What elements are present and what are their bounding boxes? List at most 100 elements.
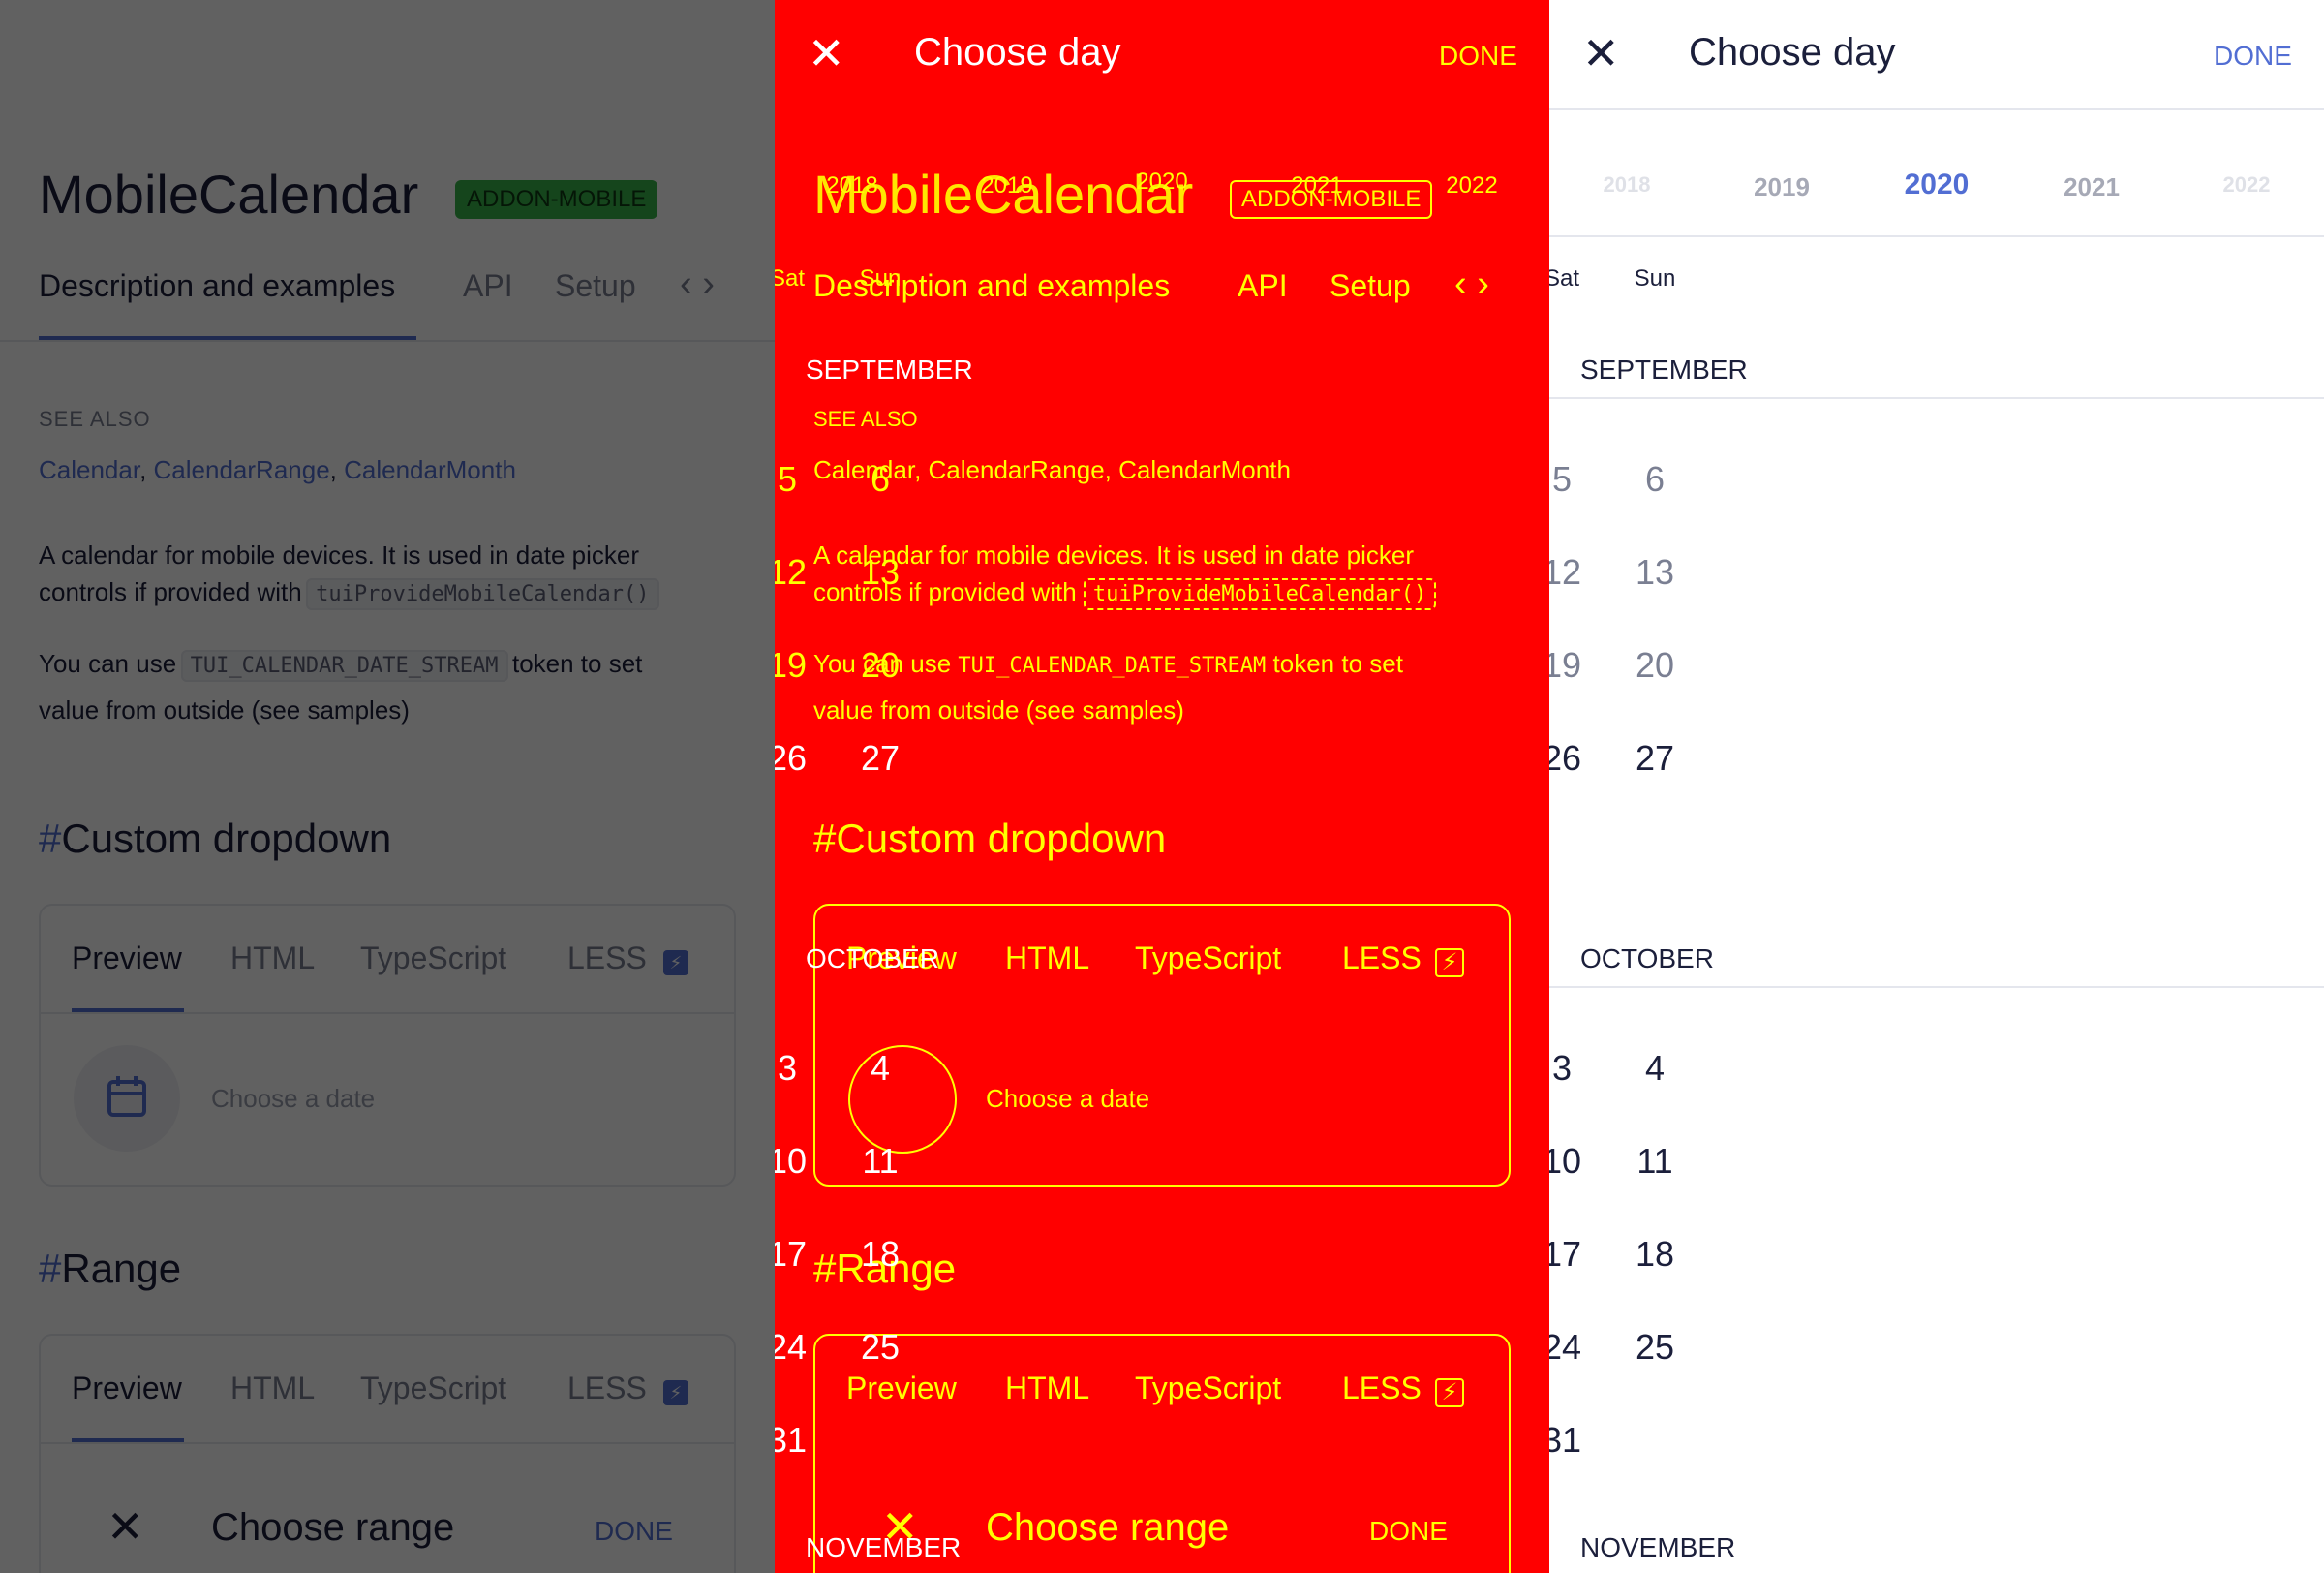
day-october-25[interactable]: 25: [834, 1327, 927, 1368]
day-september-27[interactable]: 27: [834, 738, 927, 779]
card-tab-preview[interactable]: Preview: [72, 1371, 182, 1406]
month-divider: [1549, 986, 2324, 988]
day-september-26[interactable]: 26: [1549, 738, 1608, 779]
overlay-panel: MobileCalendar ADDON-MOBILE Description …: [775, 0, 1549, 1573]
day-october-10[interactable]: 10: [775, 1141, 834, 1182]
stream-prefix: You can use: [39, 649, 177, 678]
code-brackets-icon[interactable]: ‹ ›: [680, 263, 715, 305]
day-september-19[interactable]: 19: [775, 645, 834, 686]
documentation-panel: MobileCalendar ADDON-MOBILE Description …: [0, 0, 775, 1573]
tab-api[interactable]: API: [463, 268, 513, 304]
link-calendar-range[interactable]: CalendarRange: [154, 455, 330, 484]
calendar-icon-button[interactable]: [74, 1045, 180, 1152]
day-october-3[interactable]: 3: [775, 1048, 834, 1089]
overlay-range-title: Choose range: [986, 1506, 1230, 1549]
overlay-range-done: DONE: [1369, 1516, 1448, 1546]
card-tab-less[interactable]: LESS: [567, 941, 647, 976]
tab-description[interactable]: Description and examples: [39, 268, 395, 304]
date-input-placeholder[interactable]: Choose a date: [211, 1084, 375, 1114]
header-divider: [1549, 108, 2324, 110]
addon-badge: ADDON-MOBILE: [455, 180, 658, 219]
year-2018[interactable]: 2018: [1569, 172, 1685, 198]
month-label-september: SEPTEMBER: [1580, 355, 1748, 385]
day-september-12[interactable]: 12: [775, 552, 834, 593]
overlay-done: DONE: [1439, 41, 1517, 71]
card-divider: [41, 1442, 734, 1444]
overlay-close-icon: ✕: [808, 28, 845, 78]
day-october-25[interactable]: 25: [1608, 1327, 1701, 1368]
link-calendar-month[interactable]: CalendarMonth: [344, 455, 516, 484]
intro-line-1: A calendar for mobile devices. It is use…: [39, 540, 639, 570]
year-2021[interactable]: 2021: [2034, 172, 2150, 202]
year-2019[interactable]: 2019: [1724, 172, 1840, 202]
year-2022[interactable]: 2022: [2188, 172, 2305, 198]
overlay-stream-line-2: value from outside (see samples): [813, 695, 1184, 725]
day-september-13[interactable]: 13: [1608, 552, 1701, 593]
day-september-20[interactable]: 20: [834, 645, 927, 686]
overlay-card-tab: LESS: [1342, 941, 1422, 975]
link-calendar[interactable]: Calendar: [39, 455, 139, 484]
day-october-4[interactable]: 4: [1608, 1048, 1701, 1089]
calendar-icon: [107, 1076, 146, 1117]
overlay-calendar-title: Choose day: [914, 31, 1121, 74]
day-september-12[interactable]: 12: [1549, 552, 1608, 593]
stackblitz-icon[interactable]: ⚡: [663, 950, 688, 975]
year-2020[interactable]: 2020: [1104, 169, 1220, 196]
calendar-title: Choose day: [1689, 31, 1896, 74]
stream-line-2: value from outside (see samples): [39, 695, 410, 725]
year-2021[interactable]: 2021: [1259, 172, 1375, 200]
overlay-code-brackets-icon: ‹ ›: [1454, 263, 1489, 304]
card-tab-less[interactable]: LESS: [567, 1371, 647, 1406]
card-tab-preview[interactable]: Preview: [72, 941, 182, 976]
card-tab-typescript[interactable]: TypeScript: [360, 941, 506, 976]
day-october-31[interactable]: 31: [775, 1420, 834, 1461]
intro-line-2: controls if provided with tuiProvideMobi…: [39, 577, 659, 610]
year-2019[interactable]: 2019: [949, 172, 1065, 200]
day-september-6[interactable]: 6: [1608, 459, 1701, 500]
stream-line-1: You can use TUI_CALENDAR_DATE_STREAM tok…: [39, 649, 643, 682]
close-icon[interactable]: ✕: [107, 1500, 144, 1553]
day-october-4[interactable]: 4: [834, 1048, 927, 1089]
section-custom-dropdown[interactable]: #Custom dropdown: [39, 816, 391, 862]
done-button[interactable]: DONE: [2214, 41, 2292, 72]
card-tab-html[interactable]: HTML: [230, 941, 315, 976]
day-october-3[interactable]: 3: [1549, 1048, 1608, 1089]
stackblitz-icon[interactable]: ⚡: [663, 1380, 688, 1405]
month-label-november: NOVEMBER: [1580, 1532, 1736, 1562]
day-october-24[interactable]: 24: [775, 1327, 834, 1368]
day-september-20[interactable]: 20: [1608, 645, 1701, 686]
day-october-24[interactable]: 24: [1549, 1327, 1608, 1368]
day-october-18[interactable]: 18: [1608, 1234, 1701, 1275]
day-october-17[interactable]: 17: [1549, 1234, 1608, 1275]
card-tab-html[interactable]: HTML: [230, 1371, 315, 1406]
year-2018[interactable]: 2018: [794, 172, 910, 200]
day-september-5[interactable]: 5: [1549, 459, 1608, 500]
day-october-11[interactable]: 11: [834, 1141, 927, 1182]
day-october-31[interactable]: 31: [1549, 1420, 1608, 1461]
month-label-october: OCTOBER: [806, 943, 939, 973]
card-tab-typescript[interactable]: TypeScript: [360, 1371, 506, 1406]
day-september-6[interactable]: 6: [834, 459, 927, 500]
section-title: Custom dropdown: [61, 816, 392, 861]
year-2022[interactable]: 2022: [1414, 172, 1530, 200]
day-october-18[interactable]: 18: [834, 1234, 927, 1275]
stream-suffix: token to set: [511, 649, 643, 678]
day-september-5[interactable]: 5: [775, 459, 834, 500]
day-september-19[interactable]: 19: [1549, 645, 1608, 686]
day-september-26[interactable]: 26: [775, 738, 834, 779]
day-october-10[interactable]: 10: [1549, 1141, 1608, 1182]
year-2020[interactable]: 2020: [1879, 169, 1995, 201]
weekday-sat: Sat: [1549, 265, 1580, 292]
overlay-stackblitz-icon: ⚡: [1435, 1378, 1464, 1407]
page-title: MobileCalendar: [39, 164, 419, 225]
tab-setup[interactable]: Setup: [555, 268, 636, 304]
section-range[interactable]: #Range: [39, 1246, 181, 1292]
close-icon[interactable]: ✕: [1582, 27, 1620, 79]
range-done-button[interactable]: DONE: [595, 1516, 673, 1547]
day-september-13[interactable]: 13: [834, 552, 927, 593]
anchor-hash: #: [39, 816, 62, 861]
day-september-27[interactable]: 27: [1608, 738, 1701, 779]
day-october-17[interactable]: 17: [775, 1234, 834, 1275]
example-card-range: Preview HTML TypeScript LESS ⚡ ✕ Choose …: [39, 1334, 736, 1573]
day-october-11[interactable]: 11: [1608, 1141, 1701, 1182]
